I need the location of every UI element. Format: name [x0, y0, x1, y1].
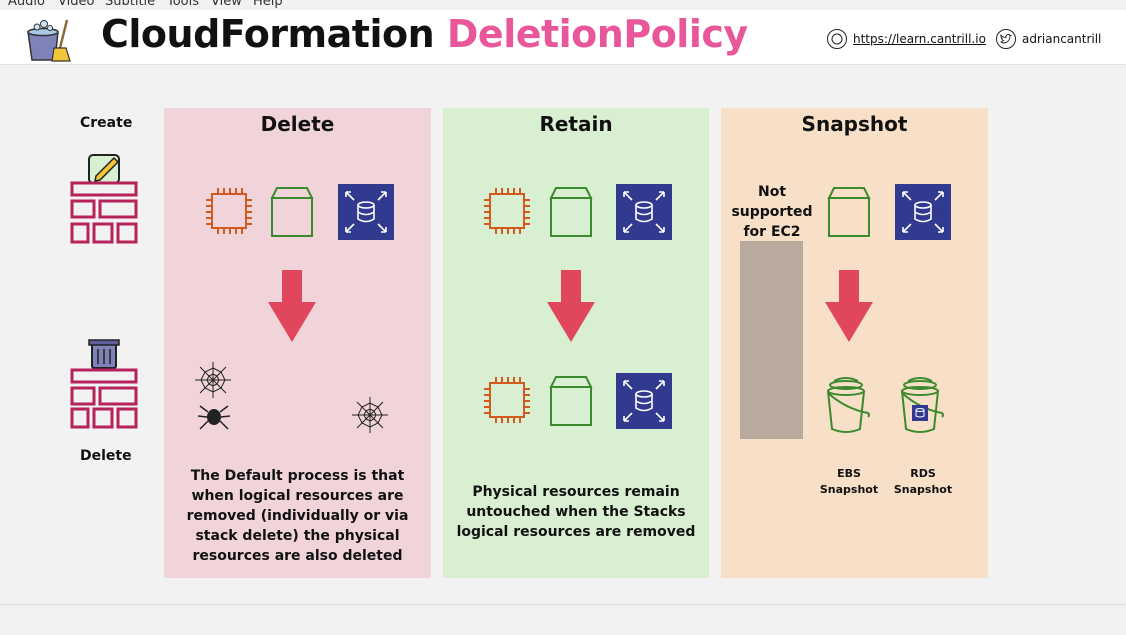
twitter-icon	[996, 29, 1016, 49]
rds-label-line: Snapshot	[893, 483, 953, 496]
delete-desc-line: The Default process is that	[190, 468, 405, 484]
ebs-volume-icon	[549, 187, 593, 237]
twitter-link[interactable]: adriancantrill	[996, 29, 1101, 49]
rds-label-line: RDS	[910, 467, 936, 480]
ebs-snapshot-bucket-icon	[827, 377, 870, 433]
delete-desc-line: stack delete) the physical	[195, 528, 400, 544]
retain-desc-line: untouched when the Stacks	[466, 504, 686, 520]
menu-view[interactable]: View	[211, 0, 242, 9]
rds-snapshot-bucket-icon	[901, 377, 944, 433]
menu-video[interactable]: Video	[58, 0, 94, 9]
delete-label: Delete	[80, 448, 132, 464]
title-accent: DeletionPolicy	[446, 12, 748, 56]
rds-database-icon	[616, 373, 672, 429]
cobweb-icon	[352, 397, 388, 433]
rds-database-icon	[338, 184, 394, 240]
rds-snapshot-label: RDS Snapshot	[889, 466, 957, 498]
arrow-down-icon	[268, 270, 316, 342]
menu-tools[interactable]: Tools	[167, 0, 199, 9]
website-icon	[827, 29, 847, 49]
arrow-down-icon	[547, 270, 595, 342]
menu-audio[interactable]: Audio	[8, 0, 45, 9]
ebs-snapshot-label: EBS Snapshot	[815, 466, 883, 498]
rds-database-icon	[616, 184, 672, 240]
delete-panel-title: Delete	[260, 112, 335, 136]
cobweb-icon	[195, 362, 231, 398]
ec2-instance-icon	[206, 188, 252, 234]
not-supported-note: Not supported for EC2	[726, 182, 818, 242]
retain-desc-line: logical resources are removed	[456, 524, 696, 540]
arrow-down-icon	[825, 270, 873, 342]
ebs-volume-icon	[270, 187, 314, 237]
ebs-volume-icon	[827, 187, 871, 237]
website-url[interactable]: https://learn.cantrill.io	[853, 32, 986, 46]
spider-icon	[197, 405, 231, 430]
ec2-instance-icon	[484, 377, 530, 423]
delete-desc-line: resources are also deleted	[192, 548, 403, 564]
menu-help[interactable]: Help	[253, 0, 283, 9]
ec2-instance-icon	[484, 188, 530, 234]
retain-desc-line: Physical resources remain	[472, 484, 680, 500]
title-main: CloudFormation	[101, 12, 435, 56]
page-title: CloudFormation DeletionPolicy	[101, 12, 748, 56]
delete-stack-icon	[70, 339, 138, 429]
retain-panel-title: Retain	[539, 112, 613, 136]
website-link[interactable]: https://learn.cantrill.io	[827, 29, 986, 49]
delete-description: The Default process is that when logical…	[164, 466, 431, 566]
note-line: Not	[757, 184, 787, 200]
menu-subtitle[interactable]: Subtitle	[105, 0, 155, 9]
snapshot-panel-title: Snapshot	[801, 112, 908, 136]
twitter-handle: adriancantrill	[1022, 32, 1102, 46]
note-line: supported	[731, 204, 813, 220]
not-supported-block	[740, 241, 803, 439]
retain-description: Physical resources remain untouched when…	[443, 482, 709, 542]
rds-database-icon	[895, 184, 951, 240]
ebs-label-line: EBS	[837, 467, 861, 480]
create-label: Create	[80, 115, 133, 131]
note-line: for EC2	[743, 224, 801, 240]
create-stack-icon	[70, 154, 138, 244]
ebs-label-line: Snapshot	[819, 483, 879, 496]
bucket-mop-logo-icon	[27, 19, 71, 62]
player-footer-bar	[0, 604, 1126, 635]
delete-desc-line: when logical resources are	[191, 488, 404, 504]
slide-header: CloudFormation DeletionPolicy https://le…	[0, 10, 1126, 65]
delete-desc-line: removed (individually or via	[186, 508, 409, 524]
ebs-volume-icon	[549, 376, 593, 426]
